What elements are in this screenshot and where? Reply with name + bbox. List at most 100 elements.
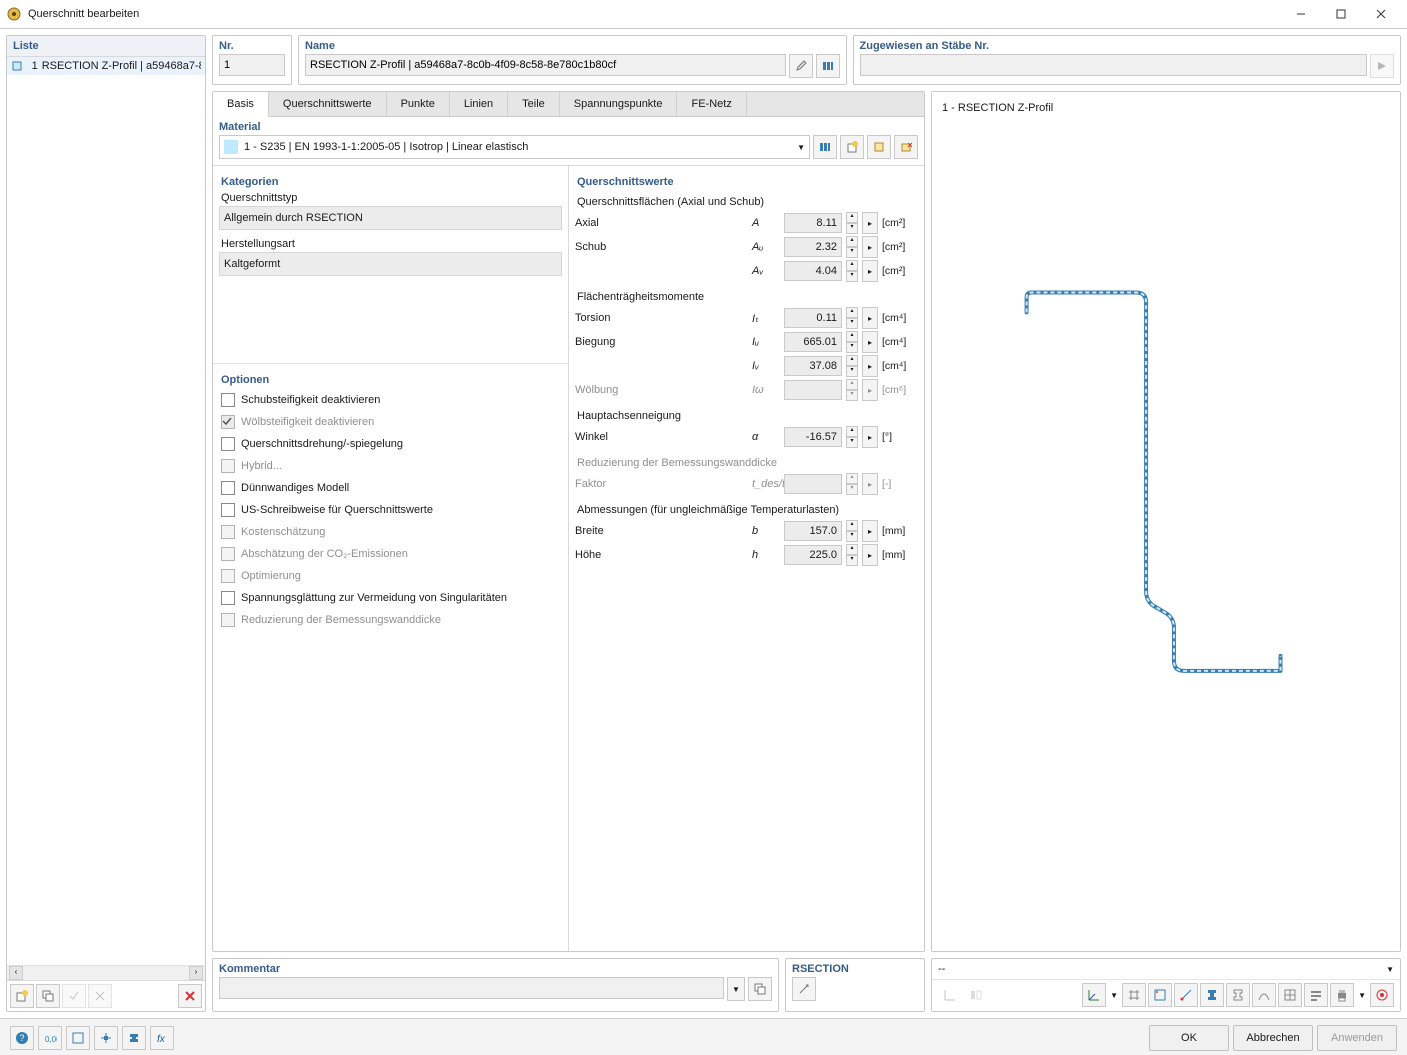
- print-icon[interactable]: [1330, 983, 1354, 1007]
- tab-linien[interactable]: Linien: [450, 92, 508, 116]
- view-cross-icon[interactable]: [94, 1026, 118, 1050]
- prop-value[interactable]: 2.32: [784, 237, 842, 257]
- points-icon[interactable]: [1148, 983, 1172, 1007]
- cancel-button[interactable]: Abbrechen: [1233, 1025, 1313, 1051]
- prop-value[interactable]: 225.0: [784, 545, 842, 565]
- comment-pick-icon[interactable]: ▼: [727, 977, 745, 1001]
- nr-input[interactable]: [219, 54, 285, 76]
- spinner[interactable]: ▴▾: [846, 544, 858, 566]
- prop-menu-icon[interactable]: ▸: [862, 212, 878, 234]
- prop-value[interactable]: -16.57: [784, 427, 842, 447]
- maximize-button[interactable]: [1321, 0, 1361, 28]
- ok-button[interactable]: OK: [1149, 1025, 1229, 1051]
- close-button[interactable]: [1361, 0, 1401, 28]
- spinner[interactable]: ▴▾: [846, 355, 858, 377]
- values-icon[interactable]: [1304, 983, 1328, 1007]
- prop-symbol: Aᵥ: [752, 265, 780, 277]
- lines-icon[interactable]: [1174, 983, 1198, 1007]
- prop-label: Axial: [575, 217, 748, 229]
- spinner[interactable]: ▴▾: [846, 520, 858, 542]
- ibeam-filled-icon[interactable]: [1200, 983, 1224, 1007]
- name-input[interactable]: [305, 54, 786, 76]
- tab-fenetz[interactable]: FE-Netz: [677, 92, 746, 116]
- checkbox-icon[interactable]: [221, 393, 235, 407]
- edit-name-icon[interactable]: [789, 54, 813, 78]
- option-row[interactable]: Schubsteifigkeit deaktivieren: [219, 389, 562, 411]
- comment-copy-icon[interactable]: [748, 977, 772, 1001]
- checkbox-icon[interactable]: [221, 591, 235, 605]
- prop-value[interactable]: 8.11: [784, 213, 842, 233]
- view-square-icon[interactable]: [66, 1026, 90, 1050]
- option-row[interactable]: Dünnwandiges Modell: [219, 477, 562, 499]
- tab-punkte[interactable]: Punkte: [387, 92, 450, 116]
- assigned-input[interactable]: [860, 54, 1368, 76]
- prop-menu-icon[interactable]: ▸: [862, 520, 878, 542]
- pick-members-icon[interactable]: [1370, 54, 1394, 78]
- minimize-button[interactable]: [1281, 0, 1321, 28]
- list-row[interactable]: 1 RSECTION Z-Profil | a59468a7-8c: [7, 57, 205, 75]
- view-profile-icon[interactable]: [122, 1026, 146, 1050]
- material-select[interactable]: 1 - S235 | EN 1993-1-1:2005-05 | Isotrop…: [219, 135, 810, 159]
- copy-icon[interactable]: [36, 984, 60, 1008]
- prop-value[interactable]: 665.01: [784, 332, 842, 352]
- prop-menu-icon[interactable]: ▸: [862, 426, 878, 448]
- option-row[interactable]: Spannungsglättung zur Vermeidung von Sin…: [219, 587, 562, 609]
- list-hscroll[interactable]: ‹›: [7, 965, 205, 980]
- prop-menu-icon[interactable]: ▸: [862, 307, 878, 329]
- spinner[interactable]: ▴▾: [846, 212, 858, 234]
- tab-teile[interactable]: Teile: [508, 92, 560, 116]
- tab-querschnittswerte[interactable]: Querschnittswerte: [269, 92, 387, 116]
- prop-menu-icon[interactable]: ▸: [862, 544, 878, 566]
- option-row[interactable]: Querschnittsdrehung/-spiegelung: [219, 433, 562, 455]
- material-delete-icon[interactable]: [894, 135, 918, 159]
- comment-input[interactable]: [219, 977, 724, 999]
- prop-group-title: Hauptachsenneigung: [577, 410, 918, 422]
- stress-icon[interactable]: [1252, 983, 1276, 1007]
- spinner[interactable]: ▴▾: [846, 260, 858, 282]
- spinner[interactable]: ▴▾: [846, 331, 858, 353]
- axes-icon[interactable]: [938, 983, 962, 1007]
- checkbox-icon[interactable]: [221, 437, 235, 451]
- target-icon[interactable]: [1370, 983, 1394, 1007]
- print-dd-icon[interactable]: ▼: [1356, 991, 1368, 1000]
- library-icon[interactable]: [816, 54, 840, 78]
- mesh-icon[interactable]: [1278, 983, 1302, 1007]
- checkbox-icon: [221, 525, 235, 539]
- prop-value[interactable]: 4.04: [784, 261, 842, 281]
- axes-dd-icon[interactable]: ▼: [1108, 991, 1120, 1000]
- axes-toggle-icon[interactable]: [1082, 983, 1106, 1007]
- checkbox-icon[interactable]: [221, 503, 235, 517]
- preview-viewport[interactable]: 1 - RSECTION Z-Profil: [932, 92, 1400, 951]
- dim-icon[interactable]: [1122, 983, 1146, 1007]
- apply-button[interactable]: Anwenden: [1317, 1025, 1397, 1051]
- prop-value[interactable]: 157.0: [784, 521, 842, 541]
- mirror-icon[interactable]: [964, 983, 988, 1007]
- units-icon[interactable]: 0,00: [38, 1026, 62, 1050]
- material-edit-icon[interactable]: [867, 135, 891, 159]
- prop-value[interactable]: 37.08: [784, 356, 842, 376]
- help-icon[interactable]: ?: [10, 1026, 34, 1050]
- checkbox-icon[interactable]: [221, 481, 235, 495]
- profile-shape: [932, 92, 1400, 951]
- spinner[interactable]: ▴▾: [846, 426, 858, 448]
- option-row[interactable]: US-Schreibweise für Querschnittswerte: [219, 499, 562, 521]
- spinner[interactable]: ▴▾: [846, 236, 858, 258]
- ibeam-outline-icon[interactable]: [1226, 983, 1250, 1007]
- preview-dropdown[interactable]: --: [938, 963, 1386, 975]
- script-icon[interactable]: fx: [150, 1026, 174, 1050]
- rsection-open-icon[interactable]: [792, 977, 816, 1001]
- material-new-icon[interactable]: [840, 135, 864, 159]
- prop-menu-icon[interactable]: ▸: [862, 355, 878, 377]
- prop-menu-icon[interactable]: ▸: [862, 260, 878, 282]
- spinner[interactable]: ▴▾: [846, 307, 858, 329]
- new-icon[interactable]: [10, 984, 34, 1008]
- tab-spannungspunkte[interactable]: Spannungspunkte: [560, 92, 678, 116]
- delete-icon[interactable]: [178, 984, 202, 1008]
- prop-menu-icon[interactable]: ▸: [862, 331, 878, 353]
- chevron-down-icon[interactable]: ▼: [1386, 965, 1394, 974]
- material-library-icon[interactable]: [813, 135, 837, 159]
- prop-menu-icon[interactable]: ▸: [862, 236, 878, 258]
- tab-basis[interactable]: Basis: [213, 92, 269, 117]
- prop-value[interactable]: 0.11: [784, 308, 842, 328]
- tab-bar: Basis Querschnittswerte Punkte Linien Te…: [213, 92, 924, 117]
